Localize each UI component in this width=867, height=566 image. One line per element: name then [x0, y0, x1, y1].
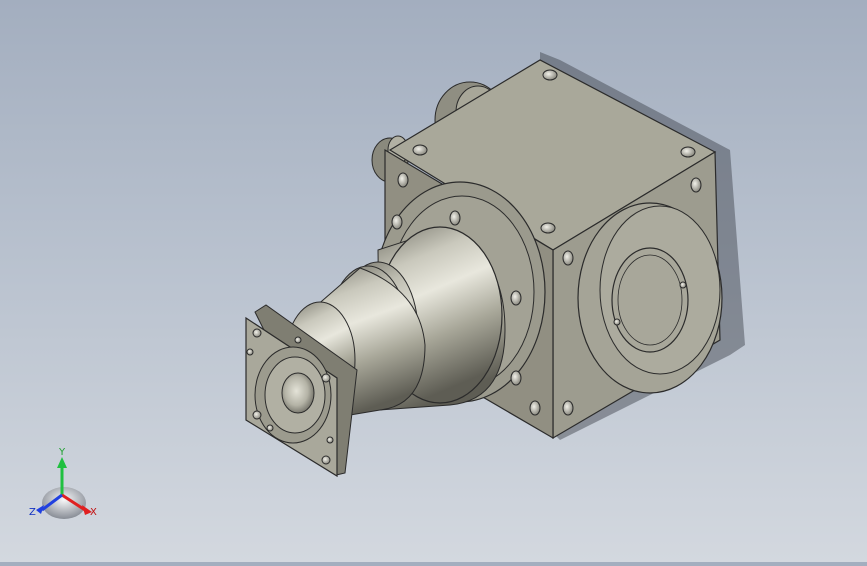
plate-hole — [294, 336, 302, 344]
plate-hole — [252, 328, 262, 338]
top-hole — [412, 144, 428, 156]
axis-triad: Y X Z — [29, 447, 97, 519]
cover-pin — [679, 281, 687, 289]
plate-hole — [321, 455, 331, 465]
side-hole — [510, 290, 522, 306]
plate-hole — [266, 424, 274, 432]
side-hole — [391, 214, 403, 230]
side-hole — [690, 177, 702, 193]
x-axis-label: X — [90, 507, 97, 518]
top-hole — [680, 146, 696, 158]
triad-base-icon — [42, 487, 86, 519]
plate-hole — [321, 373, 331, 383]
graphics-viewport[interactable]: Y X Z — [0, 0, 867, 562]
plate-hole — [252, 410, 262, 420]
side-hole — [562, 400, 574, 416]
right-angle-gearbox-model[interactable] — [245, 52, 745, 478]
side-hole — [397, 172, 409, 188]
side-hole — [449, 210, 461, 226]
top-hole — [540, 222, 556, 234]
output-bore — [281, 372, 315, 414]
y-axis-arrow-icon — [57, 457, 67, 468]
side-hole — [562, 250, 574, 266]
side-hole — [529, 400, 541, 416]
z-axis-label: Z — [29, 507, 36, 518]
side-hole — [510, 370, 522, 386]
plate-hole — [326, 436, 334, 444]
y-axis-label: Y — [58, 447, 66, 458]
top-hole — [542, 69, 558, 81]
output-cover — [611, 247, 689, 353]
cover-pin — [613, 318, 621, 326]
plate-hole — [246, 348, 254, 356]
